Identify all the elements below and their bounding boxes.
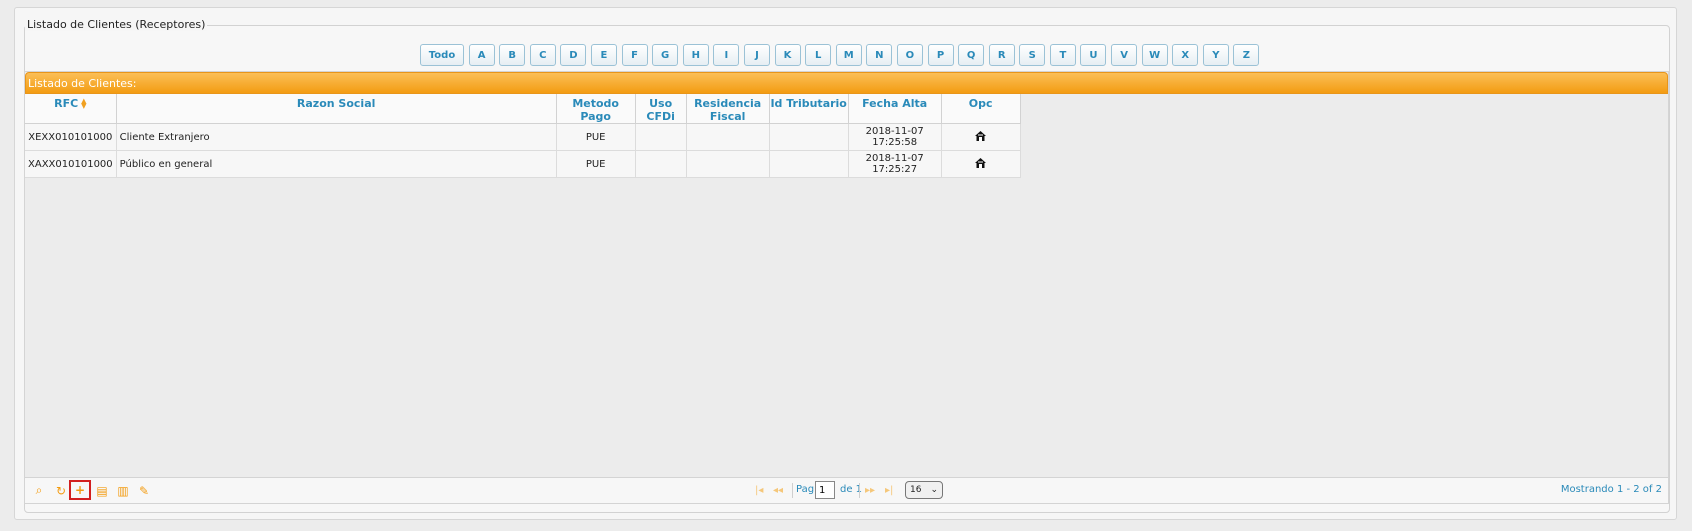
table-header-row: RFC ▲ ▼ Razon Social Metodo Pago Uso CFDi … bbox=[25, 94, 1021, 124]
col-header-uso-cfdi[interactable]: Uso CFDi bbox=[635, 94, 687, 124]
sort-icon[interactable]: ▲ ▼ bbox=[81, 98, 86, 110]
alpha-filter-b[interactable]: B bbox=[499, 44, 526, 66]
alpha-filter-l[interactable]: L bbox=[805, 44, 832, 66]
alpha-filter-k[interactable]: K bbox=[774, 44, 801, 66]
cell-fecha-alta: 2018-11-07 17:25:58 bbox=[848, 123, 942, 151]
alpha-filter-q[interactable]: Q bbox=[958, 44, 985, 66]
page-title: Listado de Clientes (Receptores) bbox=[25, 18, 208, 31]
cell-uso-cfdi bbox=[635, 123, 687, 151]
cell-residencia-fiscal bbox=[686, 150, 770, 178]
alpha-filter-v[interactable]: V bbox=[1111, 44, 1138, 66]
pager-separator bbox=[792, 483, 793, 498]
alpha-filter-r[interactable]: R bbox=[988, 44, 1015, 66]
cell-id-tributario bbox=[769, 150, 849, 178]
clients-table: RFC ▲ ▼ Razon Social Metodo Pago Uso CFDi … bbox=[25, 94, 1021, 178]
col-header-id-tributario[interactable]: Id Tributario bbox=[769, 94, 849, 124]
chevron-down-icon: ⌄ bbox=[930, 485, 938, 495]
alpha-filter-h[interactable]: H bbox=[682, 44, 709, 66]
alpha-filter-g[interactable]: G bbox=[652, 44, 679, 66]
grid-caption: Listado de Clientes: bbox=[25, 72, 1668, 94]
last-page-icon[interactable]: ▸| bbox=[885, 485, 893, 496]
cell-id-tributario bbox=[769, 123, 849, 151]
cell-fecha-alta: 2018-11-07 17:25:27 bbox=[848, 150, 942, 178]
pager-separator bbox=[859, 483, 860, 498]
table-row[interactable]: XEXX010101000 Cliente Extranjero PUE 201… bbox=[25, 123, 1021, 151]
refresh-icon[interactable]: ↻ bbox=[52, 482, 70, 499]
alpha-filter-m[interactable]: M bbox=[835, 44, 862, 66]
col-header-opc[interactable]: Opc bbox=[941, 94, 1021, 124]
edit-house-icon[interactable] bbox=[975, 130, 987, 141]
alpha-filter-e[interactable]: E bbox=[590, 44, 617, 66]
col-header-fecha-alta[interactable]: Fecha Alta bbox=[848, 94, 942, 124]
records-info: Mostrando 1 - 2 of 2 bbox=[1560, 484, 1662, 495]
alpha-filter-z[interactable]: Z bbox=[1233, 44, 1260, 66]
next-page-icon[interactable]: ▸▸ bbox=[865, 485, 875, 496]
edit-house-icon[interactable] bbox=[975, 157, 987, 168]
search-icon[interactable]: ⌕ bbox=[30, 482, 48, 499]
alpha-filter-o[interactable]: O bbox=[896, 44, 923, 66]
alpha-filter-f[interactable]: F bbox=[621, 44, 648, 66]
cell-razon-social: Público en general bbox=[116, 150, 557, 178]
cell-rfc: XEXX010101000 bbox=[25, 123, 117, 151]
clients-grid: Listado de Clientes: RFC ▲ ▼ Razon Social … bbox=[24, 71, 1669, 504]
alpha-filter-c[interactable]: C bbox=[529, 44, 556, 66]
columns-icon[interactable]: ▤ bbox=[93, 482, 111, 499]
alpha-filter-i[interactable]: I bbox=[713, 44, 740, 66]
first-page-icon[interactable]: |◂ bbox=[755, 485, 763, 496]
col-header-residencia-fiscal[interactable]: Residencia Fiscal bbox=[686, 94, 770, 124]
prev-page-icon[interactable]: ◂◂ bbox=[773, 485, 783, 496]
col-header-metodo-pago[interactable]: Metodo Pago bbox=[556, 94, 636, 124]
alpha-filter-d[interactable]: D bbox=[560, 44, 587, 66]
cell-opc bbox=[941, 150, 1021, 178]
cell-metodo-pago: PUE bbox=[556, 150, 636, 178]
col-header-rfc[interactable]: RFC ▲ ▼ bbox=[25, 94, 117, 124]
cell-opc bbox=[941, 123, 1021, 151]
cell-rfc: XAXX010101000 bbox=[25, 150, 117, 178]
rows-per-page-value: 16 bbox=[910, 485, 922, 495]
alpha-filter-x[interactable]: X bbox=[1172, 44, 1199, 66]
alpha-filter-n[interactable]: N bbox=[866, 44, 893, 66]
cell-razon-social: Cliente Extranjero bbox=[116, 123, 557, 151]
export-icon[interactable]: ▥ bbox=[114, 482, 132, 499]
cell-uso-cfdi bbox=[635, 150, 687, 178]
alpha-filter-p[interactable]: P bbox=[927, 44, 954, 66]
alpha-filter-w[interactable]: W bbox=[1141, 44, 1168, 66]
alpha-filter-todo[interactable]: Todo bbox=[420, 44, 464, 66]
alphabet-filter: Todo A B C D E F G H I J K L M N O P Q R S T U V W X Y Z bbox=[420, 44, 1260, 66]
rows-per-page-select[interactable]: 16 ⌄ bbox=[905, 481, 943, 499]
alpha-filter-y[interactable]: Y bbox=[1202, 44, 1229, 66]
cell-metodo-pago: PUE bbox=[556, 123, 636, 151]
alpha-filter-t[interactable]: T bbox=[1049, 44, 1076, 66]
page-label: Pag bbox=[796, 484, 815, 495]
alpha-filter-s[interactable]: S bbox=[1019, 44, 1046, 66]
alpha-filter-u[interactable]: U bbox=[1080, 44, 1107, 66]
grid-pager: ⌕ ↻ + ▤ ▥ ✎ |◂ ◂◂ Pag de 1 ▸▸ ▸| 16 ⌄ Mo… bbox=[25, 477, 1668, 503]
notes-icon[interactable]: ✎ bbox=[135, 482, 153, 499]
page-input[interactable] bbox=[815, 481, 835, 499]
alpha-filter-a[interactable]: A bbox=[468, 44, 495, 66]
add-icon[interactable]: + bbox=[69, 480, 91, 500]
alpha-filter-j[interactable]: J bbox=[743, 44, 770, 66]
cell-residencia-fiscal bbox=[686, 123, 770, 151]
table-row[interactable]: XAXX010101000 Público en general PUE 201… bbox=[25, 150, 1021, 178]
col-header-razon-social[interactable]: Razon Social bbox=[116, 94, 557, 124]
